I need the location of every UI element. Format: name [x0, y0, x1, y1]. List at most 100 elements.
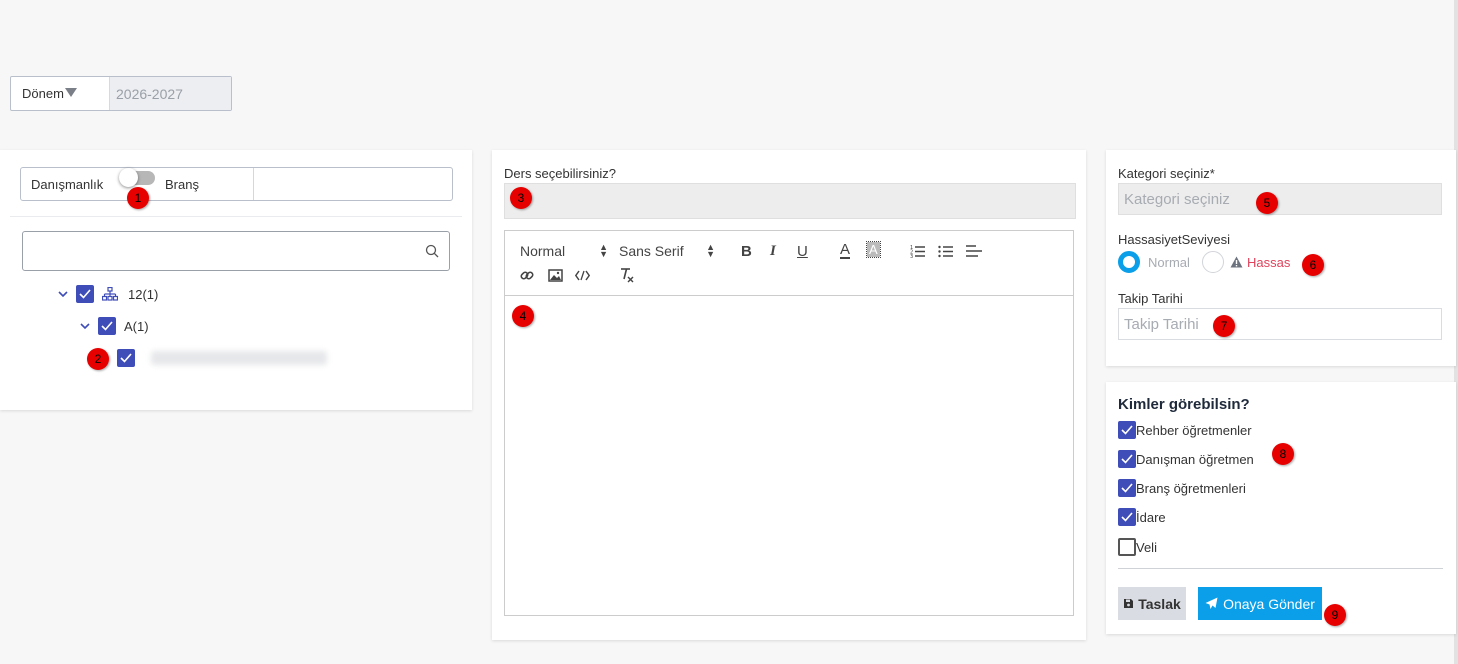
toggle-knob[interactable]: [119, 168, 138, 187]
period-label-box[interactable]: Dönem: [11, 77, 109, 110]
save-draft-button[interactable]: Taslak: [1118, 587, 1186, 620]
tree-search-input[interactable]: [22, 231, 450, 271]
underline-button[interactable]: U: [797, 243, 808, 260]
font-select-value: Sans Serif: [619, 243, 684, 259]
marker-5: 5: [1256, 192, 1278, 214]
category-placeholder: Kategori seçiniz: [1124, 190, 1230, 208]
visibility-option-label: Veli: [1136, 539, 1157, 555]
paper-plane-icon: [1205, 597, 1218, 609]
italic-button[interactable]: I: [770, 243, 776, 260]
tree-node-label: 12(1): [128, 286, 159, 302]
visibility-option-label: Rehber öğretmenler: [1136, 422, 1252, 438]
warning-icon: [1230, 256, 1243, 268]
period-label: Dönem: [22, 86, 64, 101]
align-left-icon[interactable]: [966, 244, 983, 258]
course-label: Ders seçebilirsiniz?: [504, 166, 616, 181]
visibility-option-branch[interactable]: Branş öğretmenleri: [1118, 479, 1246, 497]
font-select[interactable]: Sans Serif ▲ ▼: [619, 242, 715, 260]
followup-date-input[interactable]: Takip Tarihi: [1118, 308, 1442, 340]
text-color-button[interactable]: A: [840, 242, 851, 259]
sensitivity-normal-radio[interactable]: [1118, 251, 1140, 273]
category-label: Kategori seçiniz*: [1118, 166, 1215, 181]
checkbox[interactable]: [1118, 508, 1136, 526]
sensitivity-sensitive-label[interactable]: Hassas: [1247, 255, 1290, 270]
check-icon: [1121, 454, 1133, 464]
background-color-button[interactable]: A: [866, 241, 881, 258]
tree-node-grade[interactable]: 12(1): [58, 285, 158, 303]
marker-4: 4: [512, 305, 534, 327]
checkbox[interactable]: [1118, 421, 1136, 439]
visibility-option-label: İdare: [1136, 509, 1166, 525]
course-select[interactable]: [504, 183, 1076, 219]
divider: [1118, 568, 1443, 569]
visibility-option-label: Danışman öğretmen: [1136, 451, 1254, 467]
followup-label: Takip Tarihi: [1118, 291, 1183, 306]
send-for-approval-label: Onaya Gönder: [1223, 595, 1315, 612]
editor-toolbar: Normal ▲ ▼ Sans Serif ▲ ▼ B I U A A 1 2 3: [505, 231, 1073, 296]
tree-node-student[interactable]: [117, 349, 327, 367]
mode-toggle[interactable]: [119, 168, 155, 187]
note-editor-panel: Ders seçebilirsiniz? 3 Normal ▲ ▼ Sans Se…: [492, 150, 1086, 640]
mode-advisory-label[interactable]: Danışmanlık: [31, 177, 103, 192]
check-icon: [120, 353, 132, 363]
visibility-option-admin[interactable]: İdare: [1118, 508, 1166, 526]
rich-text-editor[interactable]: Normal ▲ ▼ Sans Serif ▲ ▼ B I U A A 1 2 3: [504, 230, 1074, 616]
visibility-option-parent[interactable]: Veli: [1118, 538, 1157, 556]
tree-node-label: A(1): [124, 318, 149, 334]
sensitivity-sensitive-radio[interactable]: [1202, 251, 1224, 273]
bold-button[interactable]: B: [741, 243, 752, 260]
visibility-title: Kimler görebilsin?: [1118, 396, 1250, 413]
save-icon: [1124, 599, 1134, 608]
marker-8: 8: [1272, 443, 1294, 465]
sensitivity-label: HassasiyetSeviyesi: [1118, 232, 1230, 247]
marker-1: 1: [127, 187, 149, 209]
visibility-panel: Kimler görebilsin? Rehber öğretmenler Da…: [1106, 382, 1456, 634]
check-icon: [1121, 512, 1133, 522]
visibility-option-guidance[interactable]: Rehber öğretmenler: [1118, 421, 1252, 439]
note-details-panel: Kategori seçiniz* Kategori seçiniz 5 Has…: [1106, 150, 1456, 366]
ordered-list-icon[interactable]: 1 2 3: [910, 244, 926, 258]
period-filter[interactable]: Dönem 2026-2027: [10, 76, 232, 111]
updown-icon: ▲ ▼: [706, 242, 715, 259]
visibility-option-label: Branş öğretmenleri: [1136, 480, 1246, 496]
checkbox[interactable]: [1118, 479, 1136, 497]
format-select[interactable]: Normal ▲ ▼: [520, 242, 608, 260]
search-icon[interactable]: [425, 244, 439, 258]
check-icon: [1121, 425, 1133, 435]
send-for-approval-button[interactable]: Onaya Gönder: [1198, 587, 1322, 620]
marker-6: 6: [1302, 254, 1324, 276]
sensitivity-normal-label[interactable]: Normal: [1148, 255, 1190, 270]
mode-branch-label[interactable]: Branş: [165, 177, 199, 192]
tree-node-class[interactable]: A(1): [80, 317, 149, 335]
check-icon: [79, 289, 91, 299]
checkbox[interactable]: [1118, 450, 1136, 468]
filter-icon[interactable]: [64, 88, 77, 97]
marker-3: 3: [510, 187, 532, 209]
visibility-option-advisor[interactable]: Danışman öğretmen: [1118, 450, 1254, 468]
mode-switch: Danışmanlık Branş: [20, 167, 453, 201]
tree-checkbox[interactable]: [117, 349, 135, 367]
marker-7: 7: [1213, 315, 1235, 337]
checkbox[interactable]: [1118, 538, 1136, 556]
updown-icon: ▲ ▼: [599, 242, 608, 259]
bullet-list-icon[interactable]: [938, 244, 954, 258]
marker-9: 9: [1324, 604, 1346, 626]
chevron-down-icon[interactable]: [58, 289, 68, 299]
followup-placeholder: Takip Tarihi: [1124, 315, 1199, 333]
link-icon[interactable]: [520, 268, 535, 283]
student-name-redacted: [151, 351, 327, 365]
chevron-down-icon[interactable]: [80, 321, 90, 331]
tree-checkbox[interactable]: [98, 317, 116, 335]
save-draft-label: Taslak: [1138, 595, 1181, 612]
image-icon[interactable]: [548, 269, 563, 282]
divider: [10, 216, 462, 217]
category-select[interactable]: Kategori seçiniz: [1118, 183, 1442, 215]
format-select-value: Normal: [520, 243, 566, 259]
check-icon: [101, 321, 113, 331]
marker-2: 2: [87, 348, 109, 370]
tree-checkbox[interactable]: [76, 285, 94, 303]
hierarchy-icon: [102, 287, 118, 301]
check-icon: [1121, 483, 1133, 493]
code-icon[interactable]: [575, 270, 590, 281]
clear-format-icon[interactable]: [619, 267, 635, 283]
